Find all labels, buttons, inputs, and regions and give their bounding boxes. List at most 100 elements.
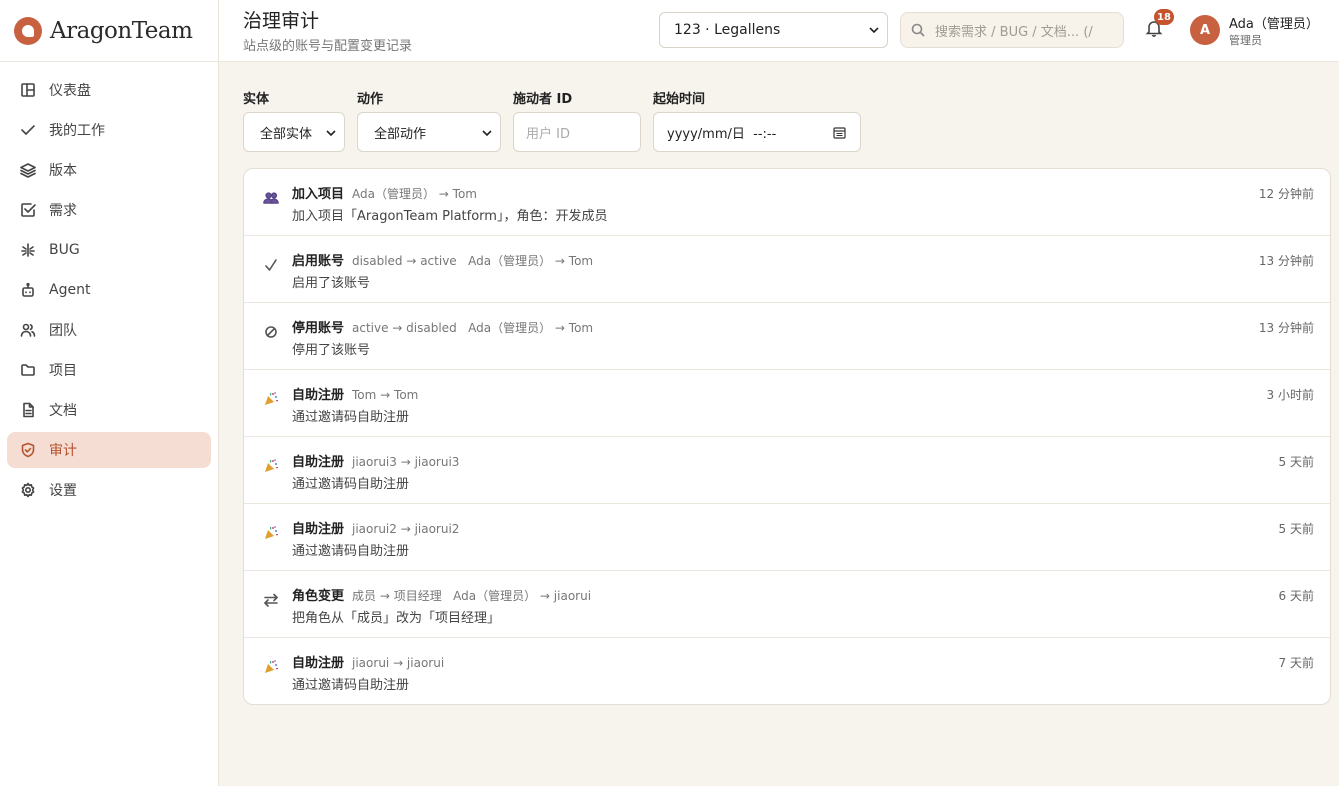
event-time: 13 分钟前: [1258, 254, 1314, 268]
event-meta: jiaorui3 → jiaorui3: [352, 455, 460, 469]
entity-filter-select[interactable]: 全部实体: [243, 112, 345, 152]
event-action: 自助注册: [292, 656, 345, 671]
start-time-input[interactable]: yyyy/mm/日 --:--: [653, 112, 861, 152]
entity-filter-value: 全部实体: [260, 126, 313, 142]
search-icon: [911, 23, 925, 37]
page-subtitle: 站点级的账号与配置变更记录: [243, 39, 413, 54]
sidebar-item-settings[interactable]: 设置: [7, 472, 211, 508]
sidebar-item-docs[interactable]: 文档: [7, 392, 211, 428]
table-row[interactable]: 自助注册 jiaorui2 → jiaorui2 通过邀请码自助注册 5 天前: [244, 504, 1330, 571]
event-time: 5 天前: [1278, 455, 1314, 469]
table-row[interactable]: 自助注册 jiaorui → jiaorui 通过邀请码自助注册 7 天前: [244, 638, 1330, 704]
users-icon: [20, 322, 36, 338]
brand[interactable]: AragonTeam: [0, 0, 218, 62]
sidebar-item-label: 审计: [49, 443, 77, 459]
event-meta: 成员 → 项目经理 Ada（管理员） → jiaorui: [352, 589, 592, 603]
robot-icon: [20, 282, 36, 298]
event-meta: disabled → active Ada（管理员） → Tom: [352, 254, 594, 268]
calendar-icon[interactable]: [833, 126, 846, 139]
sidebar-item-label: 需求: [49, 203, 77, 219]
ban-icon: [262, 323, 280, 341]
sidebar-item-projects[interactable]: 项目: [7, 352, 211, 388]
audit-event-list: 加入项目 Ada（管理员） → Tom 加入项目「AragonTeam Plat…: [243, 168, 1331, 705]
check-icon: [20, 122, 36, 138]
event-meta: jiaorui2 → jiaorui2: [352, 522, 460, 536]
event-time: 5 天前: [1278, 522, 1314, 536]
chevron-down-icon: [869, 27, 879, 34]
header: 治理审计 站点级的账号与配置变更记录 123 · Legallens 搜索需求 …: [219, 0, 1339, 62]
sidebar-item-label: 团队: [49, 323, 77, 339]
event-action: 自助注册: [292, 455, 345, 470]
event-action: 加入项目: [292, 187, 345, 202]
start-time-value: yyyy/mm/日 --:--: [667, 126, 777, 142]
actor-id-placeholder: 用户 ID: [526, 126, 570, 142]
brand-name: AragonTeam: [50, 17, 193, 44]
action-filter-value: 全部动作: [374, 126, 427, 142]
chevron-down-icon: [482, 130, 492, 137]
event-detail: 启用了该账号: [292, 276, 371, 291]
sidebar-item-label: 文档: [49, 403, 77, 419]
sidebar-item-label: 设置: [49, 483, 77, 499]
event-detail: 停用了该账号: [292, 343, 371, 358]
table-row[interactable]: 自助注册 Tom → Tom 通过邀请码自助注册 3 小时前: [244, 370, 1330, 437]
search-input[interactable]: 搜索需求 / BUG / 文档... (/: [900, 12, 1124, 48]
sidebar-item-team[interactable]: 团队: [7, 312, 211, 348]
event-action: 角色变更: [292, 589, 345, 604]
party-icon: [262, 390, 280, 408]
table-row[interactable]: 停用账号 active → disabled Ada（管理员） → Tom 停用…: [244, 303, 1330, 370]
event-time: 7 天前: [1278, 656, 1314, 670]
sidebar-item-dashboard[interactable]: 仪表盘: [7, 72, 211, 108]
sidebar-item-label: BUG: [49, 242, 80, 258]
event-time: 6 天前: [1278, 589, 1314, 603]
event-detail: 通过邀请码自助注册: [292, 410, 410, 425]
sidebar-item-label: 项目: [49, 363, 77, 379]
action-filter-select[interactable]: 全部动作: [357, 112, 501, 152]
actor-id-input[interactable]: 用户 ID: [513, 112, 641, 152]
actor-filter-label: 施动者 ID: [513, 92, 573, 107]
sidebar-item-label: 我的工作: [49, 123, 105, 139]
shield-icon: [20, 442, 36, 458]
event-action: 启用账号: [292, 254, 345, 269]
event-meta: jiaorui → jiaorui: [352, 656, 445, 670]
checkbox-icon: [20, 202, 36, 218]
event-meta: Ada（管理员） → Tom: [352, 187, 477, 201]
event-detail: 通过邀请码自助注册: [292, 544, 410, 559]
event-meta: active → disabled Ada（管理员） → Tom: [352, 321, 594, 335]
document-icon: [20, 402, 36, 418]
sidebar-item-label: Agent: [49, 282, 91, 298]
table-row[interactable]: 自助注册 jiaorui3 → jiaorui3 通过邀请码自助注册 5 天前: [244, 437, 1330, 504]
project-select[interactable]: 123 · Legallens: [659, 12, 888, 48]
avatar[interactable]: A: [1190, 15, 1220, 45]
party-icon: [262, 457, 280, 475]
sidebar-item-requirements[interactable]: 需求: [7, 192, 211, 228]
project-select-value: 123 · Legallens: [674, 22, 781, 38]
event-detail: 通过邀请码自助注册: [292, 678, 410, 693]
table-row[interactable]: 角色变更 成员 → 项目经理 Ada（管理员） → jiaorui 把角色从「成…: [244, 571, 1330, 638]
user-name[interactable]: Ada（管理员）: [1229, 13, 1319, 32]
sidebar-item-agent[interactable]: Agent: [7, 272, 211, 308]
event-time: 12 分钟前: [1258, 187, 1314, 201]
sidebar: AragonTeam 仪表盘 我的工作 版本 需求 BUG Agent 团队 项…: [0, 0, 219, 786]
table-row[interactable]: 加入项目 Ada（管理员） → Tom 加入项目「AragonTeam Plat…: [244, 169, 1330, 236]
event-time: 3 小时前: [1266, 388, 1314, 402]
sidebar-item-my-work[interactable]: 我的工作: [7, 112, 211, 148]
check-icon: [262, 256, 280, 274]
search-placeholder: 搜索需求 / BUG / 文档... (/: [935, 24, 1093, 40]
action-filter-label: 动作: [357, 92, 384, 107]
sidebar-item-bug[interactable]: BUG: [7, 232, 211, 268]
event-meta: Tom → Tom: [352, 388, 419, 402]
user-role: 管理员: [1229, 34, 1262, 47]
sidebar-item-audit[interactable]: 审计: [7, 432, 211, 468]
chevron-down-icon: [326, 130, 336, 137]
party-icon: [262, 658, 280, 676]
page-title: 治理审计: [243, 10, 320, 32]
event-detail: 加入项目「AragonTeam Platform」，角色：开发成员: [292, 209, 608, 224]
users-icon: [262, 189, 280, 207]
party-icon: [262, 524, 280, 542]
sidebar-item-versions[interactable]: 版本: [7, 152, 211, 188]
bug-icon: [20, 242, 36, 258]
brand-logo-icon: [14, 16, 42, 45]
table-row[interactable]: 启用账号 disabled → active Ada（管理员） → Tom 启用…: [244, 236, 1330, 303]
event-time: 13 分钟前: [1258, 321, 1314, 335]
gear-icon: [20, 482, 36, 498]
